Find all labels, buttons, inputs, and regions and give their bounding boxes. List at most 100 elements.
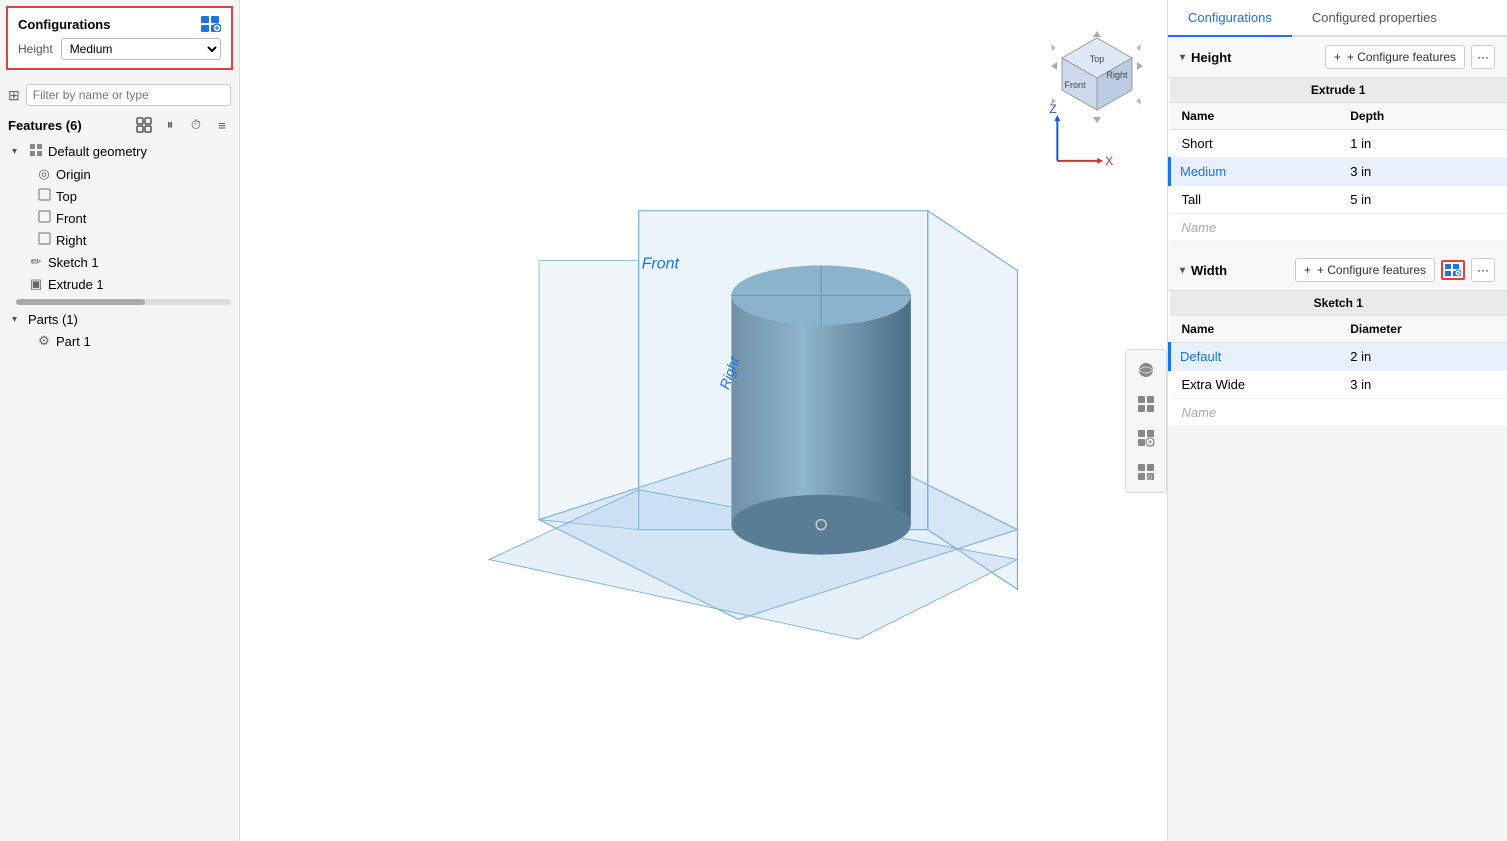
toolbar-btn-3[interactable]	[1130, 422, 1162, 454]
tab-configured-properties[interactable]: Configured properties	[1292, 0, 1457, 37]
width-config-icon-box	[1441, 260, 1465, 280]
right-toolbar: ()	[1125, 349, 1167, 493]
front-plane-icon	[36, 210, 52, 226]
parts-chevron: ▾	[12, 314, 24, 325]
height-table: Extrude 1 Name Depth Short 1 in Medium 3…	[1168, 78, 1507, 242]
plus-icon: +	[1334, 50, 1341, 64]
right-plane-icon	[36, 232, 52, 248]
height-select[interactable]: Short Medium Tall	[61, 38, 221, 60]
svg-text:Front: Front	[642, 255, 680, 272]
svg-text:Front: Front	[1064, 80, 1086, 90]
height-sub-header: Extrude 1	[1170, 78, 1507, 103]
tree-top[interactable]: Top	[8, 185, 239, 207]
svg-text:Right: Right	[1106, 70, 1128, 80]
height-short-val: 1 in	[1338, 130, 1507, 158]
height-title-label: Height	[1191, 50, 1231, 65]
width-new-name: Name	[1170, 399, 1507, 427]
extrude1-label: Extrude 1	[48, 277, 104, 292]
3d-scene: Front Right X Z	[240, 0, 1167, 841]
top-label: Top	[56, 189, 77, 204]
width-section-title: ▾ Width	[1180, 263, 1227, 278]
default-geometry-label: Default geometry	[48, 144, 147, 159]
view-cube[interactable]: Top Front Right	[1047, 30, 1147, 130]
origin-icon: ◎	[36, 166, 52, 182]
width-sub-header: Sketch 1	[1170, 291, 1507, 316]
tree-front[interactable]: Front	[8, 207, 239, 229]
height-tall-name: Tall	[1170, 186, 1339, 214]
width-configure-label: + Configure features	[1317, 263, 1426, 277]
width-row-extra[interactable]: Extra Wide 3 in	[1170, 371, 1507, 399]
tree-origin[interactable]: ◎ Origin	[8, 163, 239, 185]
width-section-actions: + + Configure features ···	[1295, 258, 1495, 282]
list-icon[interactable]: ≡	[213, 116, 231, 134]
height-row-short[interactable]: Short 1 in	[1170, 130, 1507, 158]
feature-tree: ▾ Default geometry ◎ Origin Top Front	[0, 140, 239, 841]
height-section-header: ▾ Height + + Configure features ···	[1168, 37, 1507, 78]
configurations-box: Configurations Height Short Medium Tall	[6, 6, 233, 70]
tab-configurations[interactable]: Configurations	[1168, 0, 1292, 37]
width-default-name: Default	[1170, 343, 1339, 371]
tree-extrude1[interactable]: ▣ Extrude 1	[8, 273, 239, 295]
height-section-title: ▾ Height	[1180, 50, 1231, 65]
extrude-icon: ▣	[28, 276, 44, 292]
height-label: Height	[18, 42, 53, 56]
right-panel: Configurations Configured properties ▾ H…	[1167, 0, 1507, 841]
width-section: ▾ Width + + Configure features	[1168, 250, 1507, 427]
width-default-val: 2 in	[1338, 343, 1507, 371]
tabs-row: Configurations Configured properties	[1168, 0, 1507, 37]
features-icons: ⏸ ⏱ ≡	[135, 116, 231, 134]
tree-sketch1[interactable]: ✏ Sketch 1	[8, 251, 239, 273]
height-short-name: Short	[1170, 130, 1339, 158]
part1-icon: ⚙	[36, 333, 52, 349]
tree-default-geometry[interactable]: ▾ Default geometry	[8, 140, 239, 163]
config-title-label: Configurations	[18, 17, 110, 32]
sketch1-label: Sketch 1	[48, 255, 99, 270]
height-configure-btn[interactable]: + + Configure features	[1325, 45, 1465, 69]
height-row-tall[interactable]: Tall 5 in	[1170, 186, 1507, 214]
width-configure-btn[interactable]: + + Configure features	[1295, 258, 1435, 282]
pause-icon[interactable]: ⏸	[161, 116, 179, 134]
height-col-name: Name	[1170, 103, 1339, 130]
top-plane-icon	[36, 188, 52, 204]
filter-input[interactable]	[26, 84, 231, 106]
tree-part1[interactable]: ⚙ Part 1	[8, 330, 239, 352]
width-plus-icon: +	[1304, 263, 1311, 277]
geometry-icon	[28, 143, 44, 160]
width-extra-val: 3 in	[1338, 371, 1507, 399]
width-section-header: ▾ Width + + Configure features	[1168, 250, 1507, 291]
width-table: Sketch 1 Name Diameter Default 2 in Extr…	[1168, 291, 1507, 427]
toolbar-btn-2[interactable]	[1130, 388, 1162, 420]
width-more-btn[interactable]: ···	[1471, 258, 1495, 282]
toolbar-btn-1[interactable]	[1130, 354, 1162, 386]
part1-label: Part 1	[56, 334, 91, 349]
origin-label: Origin	[56, 167, 91, 182]
width-row-new[interactable]: Name	[1170, 399, 1507, 427]
width-col-diameter: Diameter	[1338, 316, 1507, 343]
width-row-default[interactable]: Default 2 in	[1170, 343, 1507, 371]
height-row-medium[interactable]: Medium 3 in	[1170, 158, 1507, 186]
sketch-icon: ✏	[28, 254, 44, 270]
height-col-depth: Depth	[1338, 103, 1507, 130]
height-section: ▾ Height + + Configure features ··· Extr…	[1168, 37, 1507, 242]
width-chevron: ▾	[1180, 265, 1185, 276]
svg-text:(): ()	[1148, 475, 1152, 481]
width-col-name: Name	[1170, 316, 1339, 343]
svg-text:Top: Top	[1090, 54, 1105, 64]
features-title: Features (6)	[8, 118, 82, 133]
height-config-row: Height Short Medium Tall	[18, 38, 221, 60]
tree-scrollbar[interactable]	[16, 299, 231, 305]
height-row-new[interactable]: Name	[1170, 214, 1507, 242]
width-extra-name: Extra Wide	[1170, 371, 1339, 399]
chevron-icon: ▾	[12, 146, 24, 157]
height-chevron: ▾	[1180, 52, 1185, 63]
add-feature-icon[interactable]	[135, 116, 153, 134]
clock-icon[interactable]: ⏱	[187, 116, 205, 134]
height-more-btn[interactable]: ···	[1471, 45, 1495, 69]
tree-right[interactable]: Right	[8, 229, 239, 251]
left-panel: Configurations Height Short Medium Tall	[0, 0, 240, 841]
viewport[interactable]: Front Right X Z Top Fr	[240, 0, 1167, 841]
tree-parts[interactable]: ▾ Parts (1)	[8, 309, 239, 330]
toolbar-btn-4[interactable]: ()	[1130, 456, 1162, 488]
filter-area: ⊞	[0, 76, 239, 110]
width-title-label: Width	[1191, 263, 1227, 278]
